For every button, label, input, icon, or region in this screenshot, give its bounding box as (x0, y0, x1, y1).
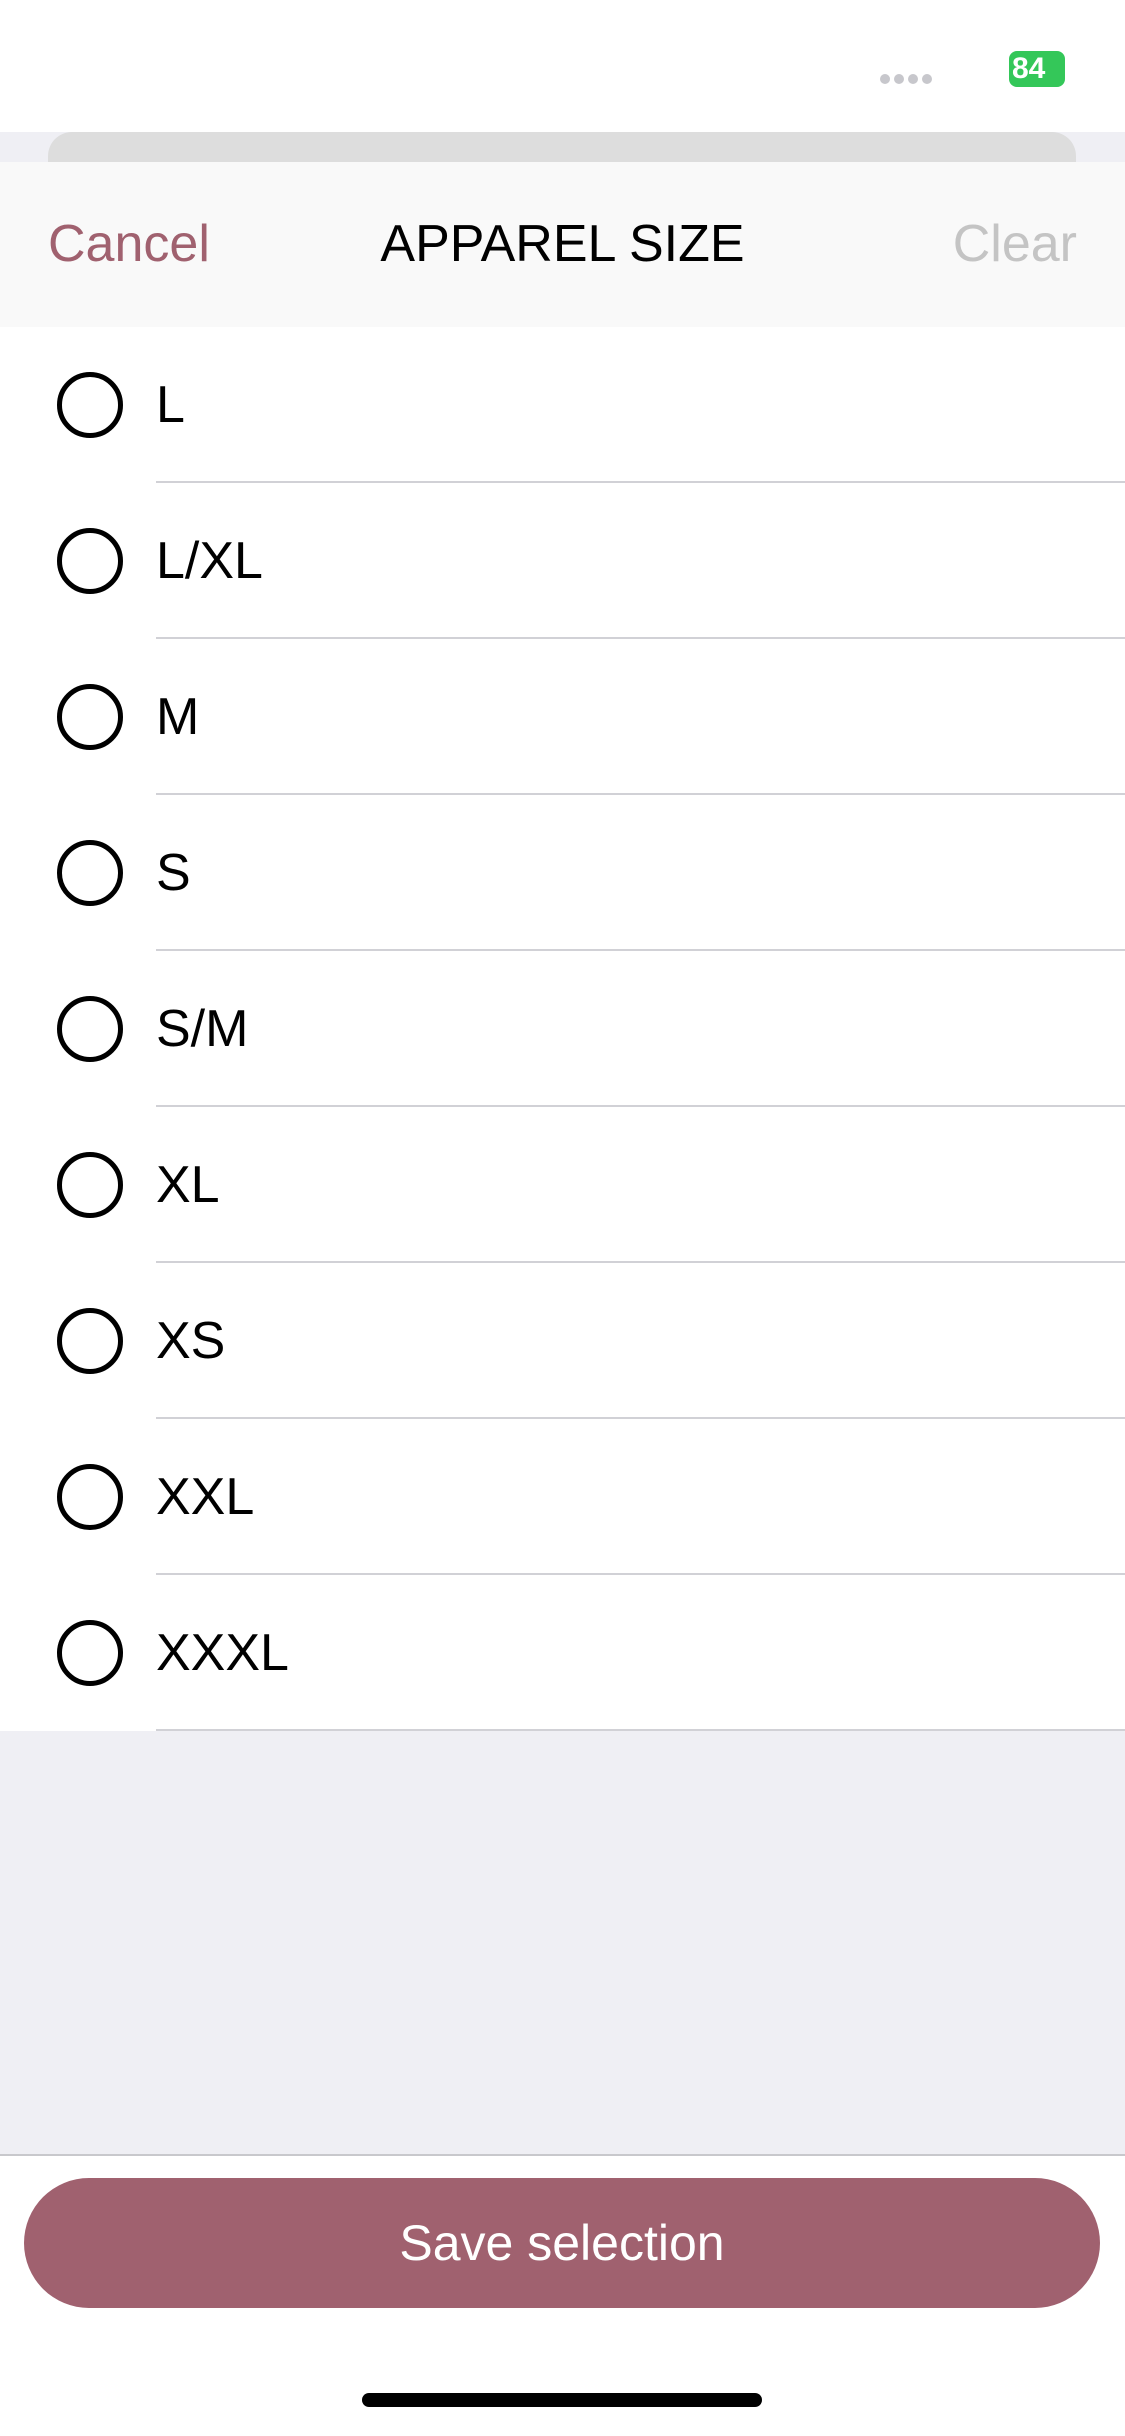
status-bar: 84 (0, 0, 1125, 132)
size-option-label: M (156, 688, 200, 746)
size-option-label: XXXL (156, 1624, 289, 1682)
radio-unchecked-icon[interactable] (57, 1308, 123, 1374)
radio-unchecked-icon[interactable] (57, 996, 123, 1062)
radio-unchecked-icon[interactable] (57, 684, 123, 750)
size-option-xxl[interactable]: XXL (0, 1419, 1125, 1575)
radio-unchecked-icon[interactable] (57, 1464, 123, 1530)
divider (156, 1729, 1125, 1731)
battery-level: 84 (1012, 52, 1046, 85)
size-option-xl[interactable]: XL (0, 1107, 1125, 1263)
size-option-label: S/M (156, 1000, 249, 1058)
size-option-label: L (156, 376, 185, 434)
size-option-label: XS (156, 1312, 226, 1370)
background-sheet (48, 132, 1076, 162)
apparel-size-sheet: Cancel APPAREL SIZE Clear L L/XL M S S/M (0, 162, 1125, 2436)
size-option-xxxl[interactable]: XXXL (0, 1575, 1125, 1731)
size-option-l[interactable]: L (0, 327, 1125, 483)
size-option-l-xl[interactable]: L/XL (0, 483, 1125, 639)
size-option-xs[interactable]: XS (0, 1263, 1125, 1419)
size-option-s-m[interactable]: S/M (0, 951, 1125, 1107)
size-option-label: S (156, 844, 191, 902)
signal-dots-icon (880, 74, 936, 86)
radio-unchecked-icon[interactable] (57, 840, 123, 906)
size-options-list: L L/XL M S S/M XL XS XXL XXXL (0, 327, 1125, 1731)
size-option-label: L/XL (156, 532, 263, 590)
radio-unchecked-icon[interactable] (57, 372, 123, 438)
size-option-label: XL (156, 1156, 220, 1214)
radio-unchecked-icon[interactable] (57, 1152, 123, 1218)
sheet-header: Cancel APPAREL SIZE Clear (0, 162, 1125, 327)
clear-button[interactable]: Clear (953, 214, 1077, 274)
radio-unchecked-icon[interactable] (57, 1620, 123, 1686)
battery-icon: 84 (1009, 51, 1065, 87)
size-option-label: XXL (156, 1468, 255, 1526)
save-selection-button[interactable]: Save selection (24, 2178, 1100, 2308)
size-option-m[interactable]: M (0, 639, 1125, 795)
home-indicator[interactable] (362, 2393, 762, 2407)
radio-unchecked-icon[interactable] (57, 528, 123, 594)
size-option-s[interactable]: S (0, 795, 1125, 951)
